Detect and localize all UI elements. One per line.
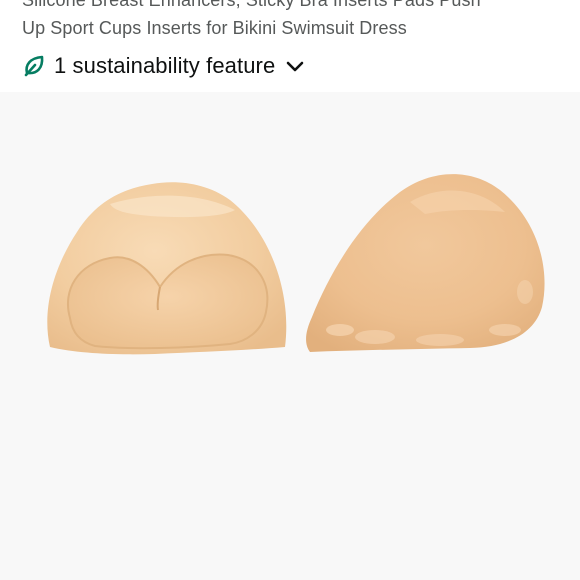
left-pad bbox=[47, 182, 287, 355]
right-pad bbox=[306, 174, 545, 352]
product-image-container[interactable] bbox=[0, 92, 580, 580]
product-page: Silicone Breast Enhancers, Sticky Bra In… bbox=[0, 0, 580, 580]
leaf-icon bbox=[22, 54, 46, 78]
chevron-down-icon bbox=[285, 56, 305, 76]
product-title: Silicone Breast Enhancers, Sticky Bra In… bbox=[22, 0, 572, 42]
product-title-line-1: Silicone Breast Enhancers, Sticky Bra In… bbox=[22, 0, 481, 10]
sustainability-label: 1 sustainability feature bbox=[54, 53, 276, 78]
product-image bbox=[47, 174, 545, 355]
sustainability-features-toggle[interactable]: 1 sustainability feature bbox=[22, 50, 305, 82]
product-title-line-2: Up Sport Cups Inserts for Bikini Swimsui… bbox=[22, 18, 407, 38]
